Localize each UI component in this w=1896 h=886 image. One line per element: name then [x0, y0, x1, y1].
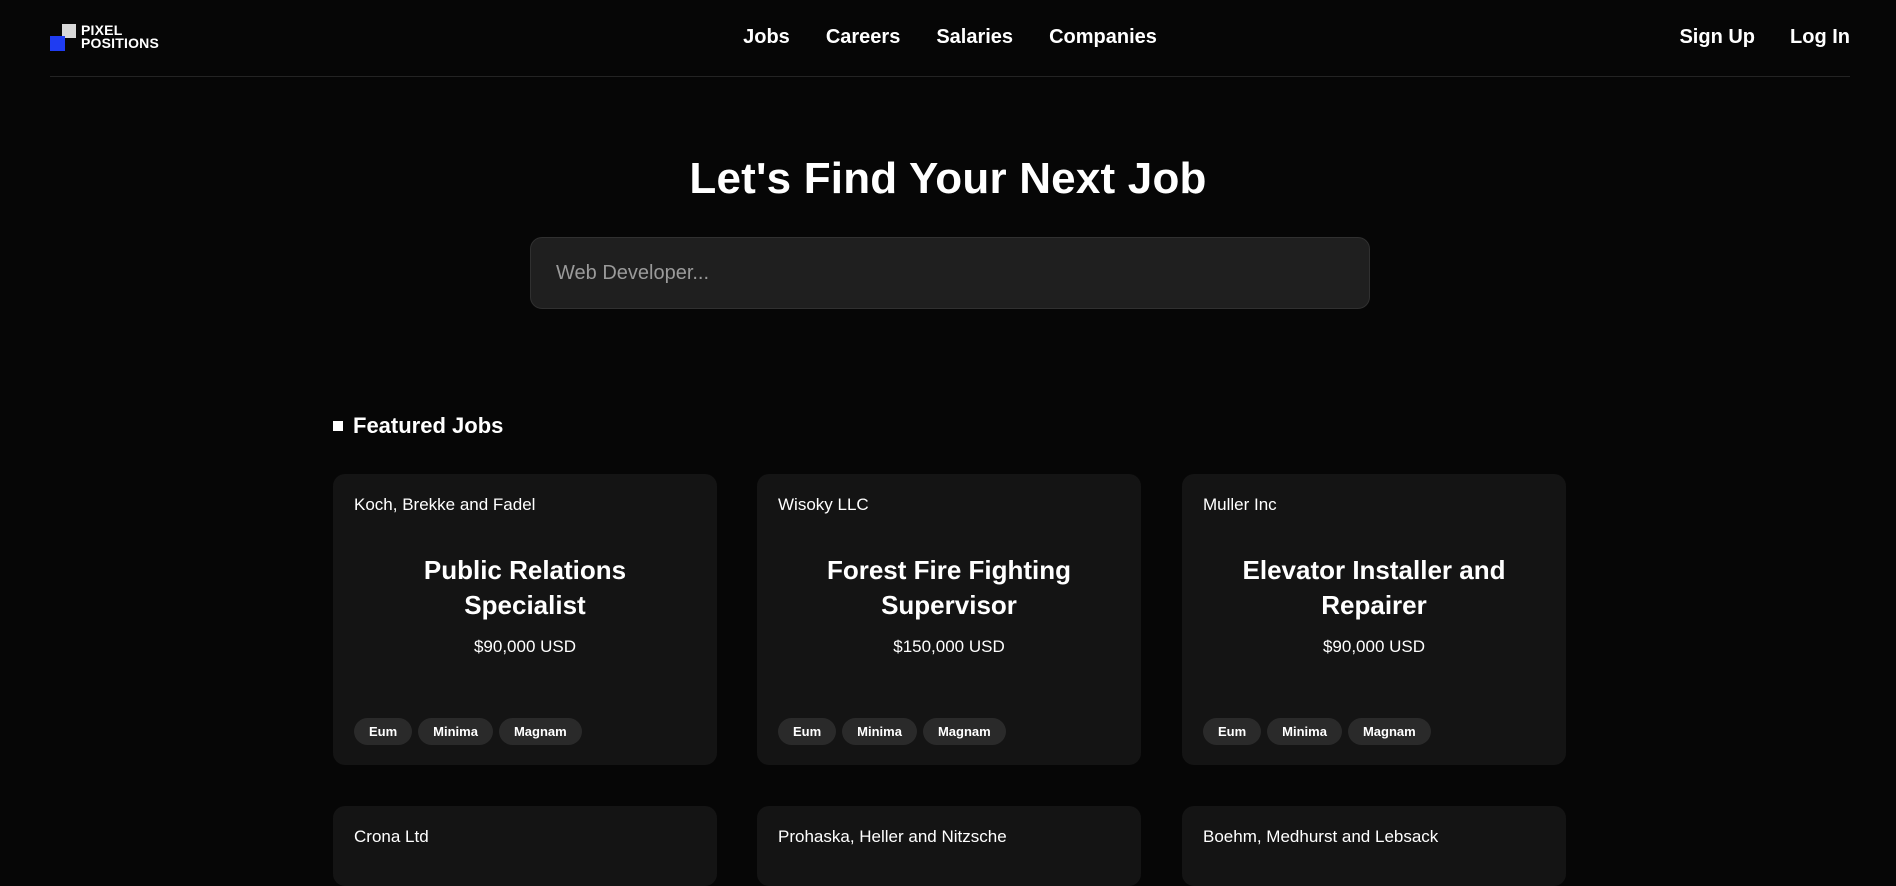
company-name: Boehm, Medhurst and Lebsack	[1203, 827, 1439, 846]
job-title[interactable]: Elevator Installer and Repairer	[1203, 553, 1545, 623]
tag[interactable]: Magnam	[922, 718, 1006, 745]
nav-link-salaries[interactable]: Salaries	[936, 26, 1013, 49]
job-card[interactable]: Boehm, Medhurst and Lebsack	[1182, 806, 1566, 886]
log-in-link[interactable]: Log In	[1790, 26, 1850, 49]
page-title: Let's Find Your Next Job	[689, 154, 1207, 203]
job-card[interactable]: Muller Inc Elevator Installer and Repair…	[1182, 474, 1566, 765]
job-card[interactable]: Wisoky LLC Forest Fire Fighting Supervis…	[757, 474, 1141, 765]
tag[interactable]: Eum	[354, 718, 413, 745]
tag-list: Eum Minima Magnam	[1203, 718, 1431, 745]
company-name: Muller Inc	[1203, 495, 1277, 514]
tag-list: Eum Minima Magnam	[354, 718, 582, 745]
job-salary: $150,000 USD	[893, 637, 1005, 656]
company-name: Wisoky LLC	[778, 495, 869, 514]
tag[interactable]: Minima	[1267, 718, 1342, 745]
nav-link-jobs[interactable]: Jobs	[743, 26, 790, 49]
company-name: Koch, Brekke and Fadel	[354, 495, 536, 514]
job-salary: $90,000 USD	[1322, 637, 1426, 656]
nav-link-companies[interactable]: Companies	[1049, 26, 1157, 49]
tag[interactable]: Minima	[418, 718, 493, 745]
job-card[interactable]: Koch, Brekke and Fadel Public Relations …	[333, 474, 717, 765]
job-card[interactable]: Prohaska, Heller and Nitzsche	[757, 806, 1141, 886]
main-nav: Jobs Careers Salaries Companies	[50, 26, 1850, 49]
job-salary: $90,000 USD	[473, 637, 577, 656]
top-navbar: PIXEL POSITIONS Jobs Careers Salaries Co…	[50, 0, 1850, 77]
section-heading-text: Featured Jobs	[353, 413, 504, 438]
company-name: Crona Ltd	[354, 827, 429, 846]
job-title[interactable]: Public Relations Specialist	[354, 553, 696, 623]
tag[interactable]: Eum	[778, 718, 837, 745]
featured-jobs-heading: Featured Jobs	[333, 413, 503, 439]
tag[interactable]: Magnam	[498, 718, 582, 745]
sign-up-link[interactable]: Sign Up	[1679, 26, 1755, 49]
tag[interactable]: Magnam	[1347, 718, 1431, 745]
square-bullet-icon	[333, 421, 343, 431]
company-name: Prohaska, Heller and Nitzsche	[778, 827, 1007, 846]
tag-list: Eum Minima Magnam	[778, 718, 1006, 745]
job-title[interactable]: Forest Fire Fighting Supervisor	[778, 553, 1120, 623]
job-card[interactable]: Crona Ltd	[333, 806, 717, 886]
nav-link-careers[interactable]: Careers	[826, 26, 901, 49]
auth-nav: Sign Up Log In	[1679, 26, 1850, 49]
tag[interactable]: Eum	[1203, 718, 1262, 745]
job-search-input[interactable]	[530, 237, 1370, 309]
tag[interactable]: Minima	[842, 718, 917, 745]
